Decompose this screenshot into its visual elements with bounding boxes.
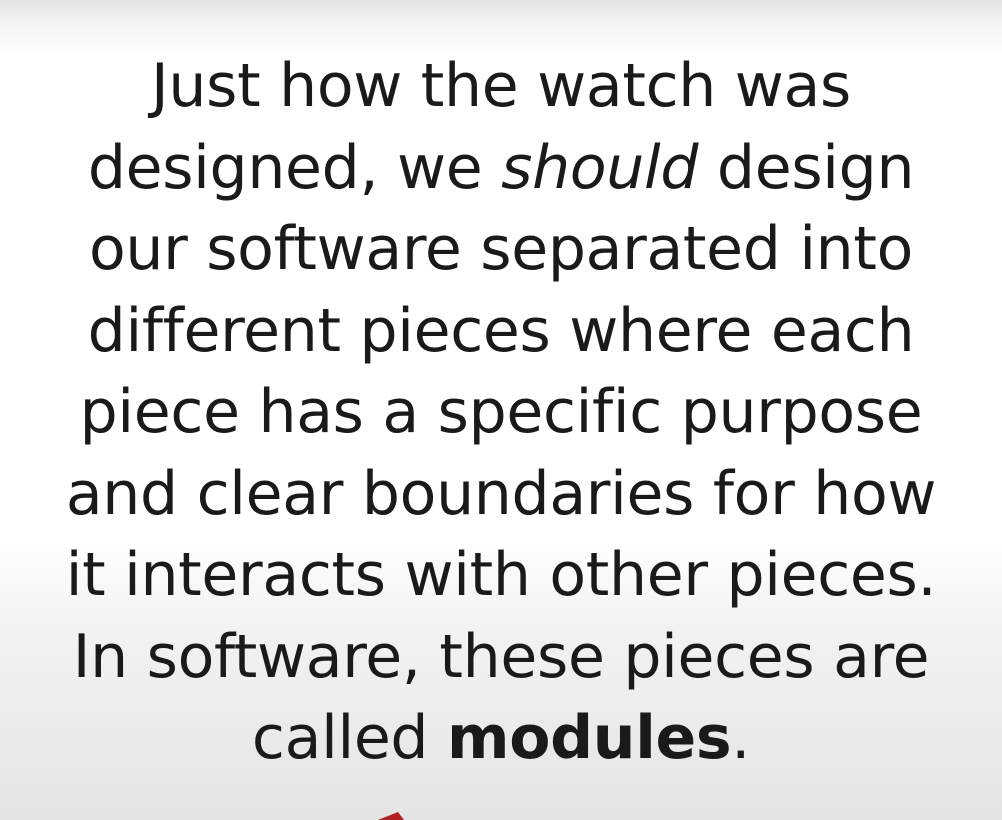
text-line-2-end: design <box>698 132 915 203</box>
text-line-9: called modules. <box>0 698 1002 780</box>
text-line-2: designed, we should design <box>0 128 1002 210</box>
red-shape-fragment <box>378 812 404 820</box>
text-line-1: Just how the watch was <box>151 51 851 121</box>
emphasized-word: should <box>501 132 699 203</box>
text-line-6: and clear boundaries for how <box>65 458 937 529</box>
text-line-2-start: designed, we <box>87 132 502 203</box>
text-line-9-start: called <box>251 703 447 773</box>
bold-keyword: modules <box>447 703 732 773</box>
text-line-7: it interacts with other pieces. <box>65 540 937 610</box>
text-line-9-end: . <box>731 703 751 773</box>
text-line-4: different pieces where each <box>87 295 915 366</box>
text-line-8: In software, these pieces are <box>72 621 930 692</box>
slide-paragraph: Just how the watch was designed, we shou… <box>0 46 1002 780</box>
text-line-5: piece has a specific purpose <box>79 377 923 447</box>
text-line-3: our software separated into <box>88 214 914 284</box>
